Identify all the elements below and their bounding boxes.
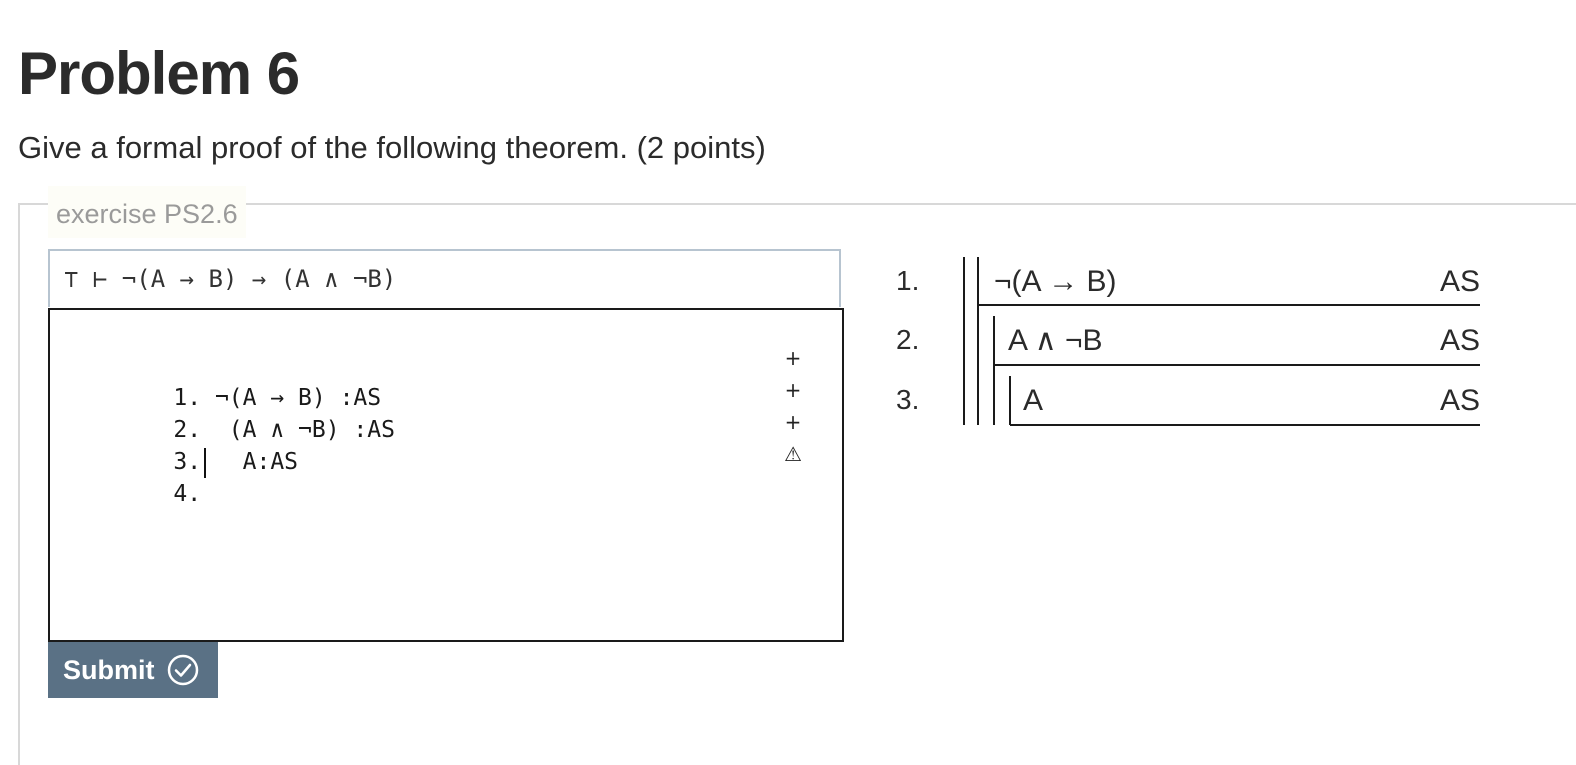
proof-line-number: 2. bbox=[896, 324, 920, 355]
assumption-line bbox=[978, 304, 1480, 306]
submit-button[interactable]: Submit bbox=[48, 642, 218, 698]
line-number: 4. bbox=[173, 481, 202, 507]
problem-description: Give a formal proof of the following the… bbox=[18, 130, 766, 165]
editor-line[interactable]: 4. bbox=[118, 446, 201, 507]
add-line-icon[interactable]: + bbox=[783, 346, 803, 370]
scope-bar bbox=[1009, 376, 1011, 425]
checkmark-circle-icon bbox=[167, 654, 198, 686]
warning-icon[interactable]: ⚠ bbox=[783, 442, 803, 466]
proof-justification: AS bbox=[1440, 324, 1481, 357]
editor-line[interactable]: 2. (A ∧ ¬B) :AS bbox=[118, 382, 395, 443]
add-line-icon[interactable]: + bbox=[783, 378, 803, 402]
exercise-legend: exercise PS2.6 bbox=[48, 186, 246, 238]
assumption-line bbox=[1010, 424, 1480, 426]
proof-formula: ¬(A → B) bbox=[994, 265, 1117, 298]
text-cursor bbox=[204, 448, 206, 478]
proof-line-number: 1. bbox=[896, 265, 920, 296]
assumption-line bbox=[994, 364, 1480, 366]
page-title: Problem 6 bbox=[18, 40, 300, 107]
scope-bar bbox=[963, 257, 965, 425]
proof-editor[interactable]: 1. ¬(A → B) :AS 2. (A ∧ ¬B) :AS 3. A:AS … bbox=[48, 308, 844, 642]
proof-formula: A bbox=[1023, 384, 1044, 417]
proof-line-number: 3. bbox=[896, 384, 920, 415]
scope-bar bbox=[993, 316, 995, 425]
goal-theorem: ⊤ ⊢ ¬(A → B) → (A ∧ ¬B) bbox=[48, 249, 841, 307]
proof-justification: AS bbox=[1440, 384, 1481, 417]
editor-line[interactable]: 1. ¬(A → B) :AS bbox=[118, 350, 381, 411]
proof-formula: A ∧ ¬B bbox=[1008, 324, 1103, 357]
line-text[interactable]: A:AS bbox=[201, 449, 298, 475]
editor-line[interactable]: 3. A:AS bbox=[118, 414, 298, 475]
scope-bar bbox=[977, 257, 979, 425]
add-line-icon[interactable]: + bbox=[783, 410, 803, 434]
proof-justification: AS bbox=[1440, 265, 1481, 298]
submit-label: Submit bbox=[63, 654, 155, 685]
